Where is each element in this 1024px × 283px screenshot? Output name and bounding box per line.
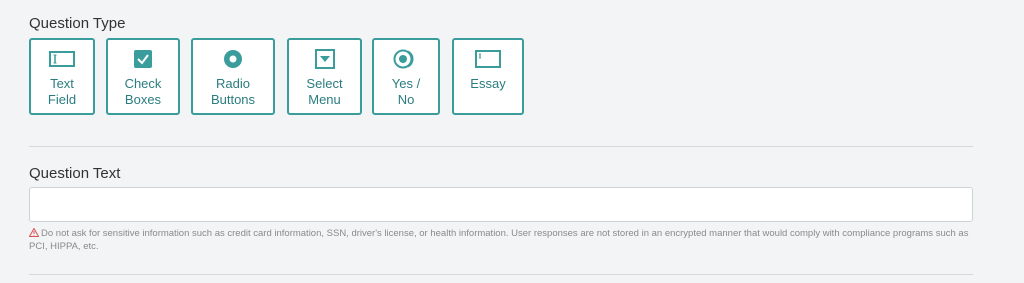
select-menu-option-button[interactable]: Select Menu bbox=[287, 38, 362, 115]
essay-option-button[interactable]: Essay bbox=[452, 38, 524, 115]
question-text-input[interactable] bbox=[29, 187, 973, 222]
radio-buttons-option-button[interactable]: Radio Buttons bbox=[191, 38, 275, 115]
warning-text: Do not ask for sensitive information suc… bbox=[29, 228, 969, 252]
text-field-option-button[interactable]: Text Field bbox=[29, 38, 95, 115]
select-menu-option-label: Select Menu bbox=[306, 76, 343, 107]
text-field-option-label: Text Field bbox=[47, 76, 77, 107]
checkbox-icon bbox=[134, 50, 152, 68]
yes-no-option-button[interactable]: Yes / No bbox=[372, 38, 440, 115]
text-field-icon bbox=[49, 51, 75, 67]
essay-option-label: Essay bbox=[470, 76, 506, 91]
select-menu-icon bbox=[314, 49, 335, 69]
warning-icon bbox=[29, 228, 39, 237]
essay-icon bbox=[475, 50, 501, 68]
yes-no-option-label: Yes / No bbox=[391, 76, 421, 107]
section-divider bbox=[29, 146, 973, 147]
check-boxes-option-button[interactable]: Check Boxes bbox=[106, 38, 180, 115]
question-type-label: Question Type bbox=[29, 15, 126, 32]
question-text-label: Question Text bbox=[29, 165, 121, 182]
section-divider bbox=[29, 274, 973, 275]
radio-button-icon bbox=[224, 50, 242, 68]
yes-no-toggle-icon bbox=[393, 49, 414, 69]
check-boxes-option-label: Check Boxes bbox=[124, 76, 162, 107]
radio-buttons-option-label: Radio Buttons bbox=[210, 76, 256, 107]
sensitive-info-warning: Do not ask for sensitive information suc… bbox=[29, 227, 979, 253]
